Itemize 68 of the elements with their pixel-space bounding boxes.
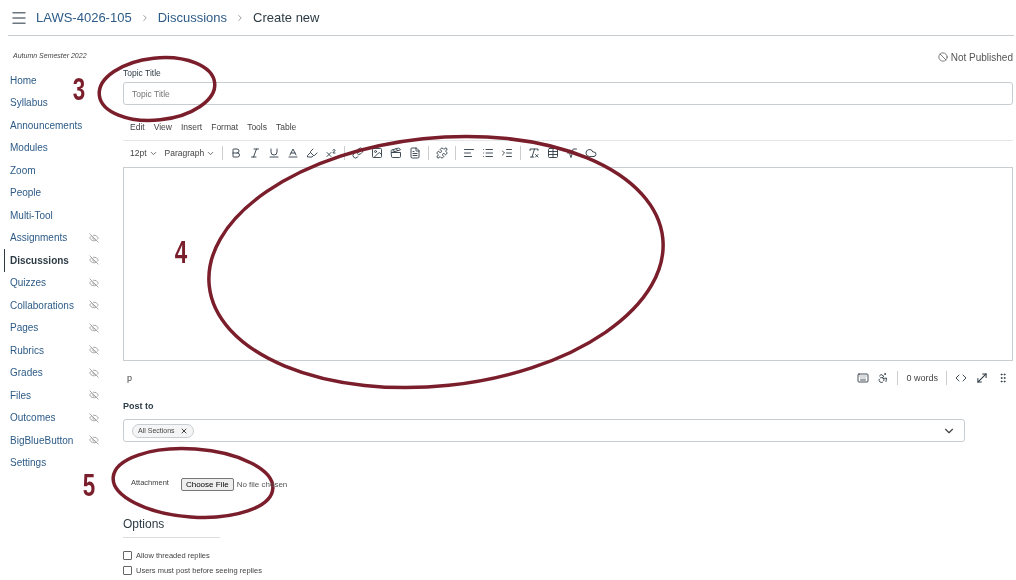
highlighter-icon[interactable] xyxy=(306,147,319,159)
fullscreen-icon[interactable] xyxy=(975,371,989,385)
element-path: p xyxy=(127,373,132,383)
equation-icon[interactable] xyxy=(566,147,579,159)
sidebar-link[interactable]: People xyxy=(10,187,42,199)
grip-icon[interactable] xyxy=(997,372,1009,384)
topic-title-field[interactable]: Topic Title xyxy=(123,82,1013,105)
annotation-number: 4 xyxy=(174,236,188,268)
sidebar-link[interactable]: Quizzes xyxy=(10,277,47,289)
document-icon[interactable] xyxy=(409,147,422,159)
sidebar-link[interactable]: Discussions xyxy=(10,254,69,266)
section-label: Post to xyxy=(123,401,155,411)
field-label: Topic Title xyxy=(123,68,162,78)
sidebar-link[interactable]: Outcomes xyxy=(10,412,56,424)
indent-icon[interactable] xyxy=(501,147,514,159)
sidebar-link[interactable]: Settings xyxy=(10,457,47,469)
media-icon[interactable] xyxy=(390,147,403,159)
sidebar-link[interactable]: Announcements xyxy=(10,119,83,131)
annotation-number: 5 xyxy=(82,469,96,501)
code-icon[interactable] xyxy=(955,372,967,384)
accessibility-icon[interactable] xyxy=(877,372,890,384)
checkbox[interactable] xyxy=(123,551,132,560)
ban-icon xyxy=(937,52,948,62)
block-format-dropdown[interactable]: Paragraph xyxy=(164,148,216,158)
sidebar-link[interactable]: Modules xyxy=(10,142,48,154)
list-icon[interactable] xyxy=(482,147,495,159)
sidebar-link[interactable]: Syllabus xyxy=(10,97,48,109)
breadcrumb-link[interactable]: Discussions xyxy=(157,10,227,25)
annotation-number: 3 xyxy=(72,73,86,105)
remove-icon[interactable] xyxy=(179,426,188,435)
choose-file-button[interactable]: Choose File xyxy=(180,478,234,491)
cloud-icon[interactable] xyxy=(585,147,598,159)
breadcrumb-link[interactable]: LAWS-4026-105 xyxy=(36,10,132,25)
checkbox[interactable] xyxy=(123,566,132,575)
sidebar-link[interactable]: Zoom xyxy=(10,164,36,176)
italic-icon[interactable] xyxy=(249,147,262,159)
publish-status: Not Published xyxy=(950,51,1013,63)
menu-item[interactable]: Insert xyxy=(180,122,203,134)
superscript-icon[interactable] xyxy=(325,147,338,159)
sidebar-link[interactable]: Collaborations xyxy=(10,299,74,311)
sidebar-link[interactable]: Pages xyxy=(10,322,39,334)
font-size-dropdown[interactable]: 12pt xyxy=(130,148,158,158)
options-heading: Options xyxy=(123,517,220,538)
chevron-icon xyxy=(235,12,245,23)
menu-item[interactable]: Format xyxy=(211,122,239,134)
clear-format-icon[interactable] xyxy=(528,147,541,159)
word-count: 0 words xyxy=(906,373,938,383)
bold-icon[interactable] xyxy=(230,147,243,159)
breadcrumb-link[interactable]: Create new xyxy=(253,10,320,25)
keyboard-icon[interactable] xyxy=(857,372,870,384)
sidebar-link[interactable]: Assignments xyxy=(10,232,68,244)
menu-item[interactable]: Tools xyxy=(247,122,267,134)
menu-item[interactable]: Edit xyxy=(130,122,145,134)
sidebar-link[interactable]: BigBlueButton xyxy=(10,434,74,446)
underline-icon[interactable] xyxy=(268,147,281,159)
sidebar-link[interactable]: Home xyxy=(10,74,37,86)
link-icon[interactable] xyxy=(352,147,365,159)
sidebar-link[interactable]: Files xyxy=(10,389,32,401)
sidebar-link[interactable]: Rubrics xyxy=(10,344,44,356)
image-icon[interactable] xyxy=(371,147,384,159)
align-icon[interactable] xyxy=(463,147,476,159)
text-color-icon[interactable] xyxy=(287,147,300,159)
sidebar-link[interactable]: Grades xyxy=(10,367,43,379)
sidebar-link[interactable]: Multi-Tool xyxy=(10,209,53,221)
table-icon[interactable] xyxy=(547,147,560,159)
menu-item[interactable]: View xyxy=(153,122,172,134)
puzzle-icon[interactable] xyxy=(436,147,449,159)
menu-item[interactable]: Table xyxy=(275,122,297,134)
